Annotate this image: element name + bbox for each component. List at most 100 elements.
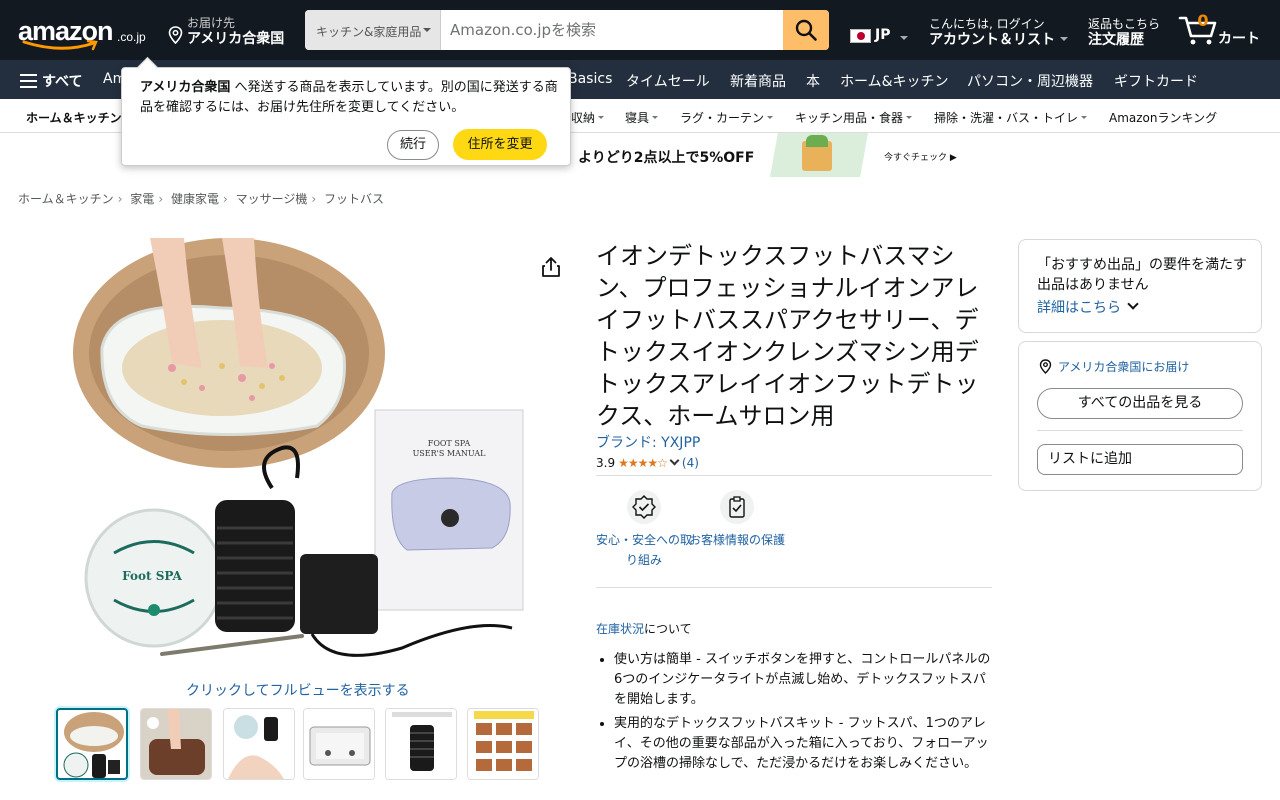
chevron-down-icon bbox=[900, 36, 908, 40]
all-menu-label: すべて bbox=[42, 74, 83, 90]
subnav-ranking[interactable]: Amazonランキング bbox=[1109, 109, 1217, 126]
thumbnail-image bbox=[304, 709, 374, 779]
stock-link[interactable]: 在庫状況 bbox=[596, 622, 644, 636]
continue-button[interactable]: 続行 bbox=[387, 130, 439, 160]
location-pin-icon bbox=[168, 26, 183, 44]
deliver-to[interactable]: お届け先 アメリカ合衆国 bbox=[168, 14, 294, 48]
search-category-select[interactable]: キッチン&家庭用品 bbox=[305, 10, 441, 50]
thumbnail-5[interactable] bbox=[385, 708, 457, 780]
promo-cta: 今すぐチェック ▶ bbox=[884, 153, 957, 163]
breadcrumb-item[interactable]: マッサージ機 bbox=[236, 192, 308, 206]
popover-message: アメリカ合衆国 へ発送する商品を表示しています。別の国に発送する商品を確認するに… bbox=[140, 78, 560, 118]
thumbnail-image bbox=[141, 709, 211, 779]
feature-bullets: 使い方は簡単 - スイッチボタンを押すと、コントロールパネルの6つのインジケータ… bbox=[614, 650, 994, 778]
no-featured-offer-box: 「おすすめ出品」の要件を満たす出品はありません 詳細はこちら bbox=[1018, 239, 1262, 333]
nav-item-books[interactable]: 本 bbox=[806, 71, 820, 91]
thumbnail-image bbox=[224, 709, 294, 779]
nav-item-giftcard[interactable]: ギフトカード bbox=[1114, 71, 1198, 91]
subnav-home-kitchen[interactable]: ホーム＆キッチン bbox=[26, 109, 122, 126]
chevron-right-icon: › bbox=[311, 192, 317, 206]
no-offer-text: 「おすすめ出品」の要件を満たす出品はありません bbox=[1037, 257, 1247, 293]
rating-value: 3.9 bbox=[596, 456, 616, 470]
subnav-label: 掃除・洗濯・バス・トイレ bbox=[934, 111, 1079, 125]
details-link[interactable]: 詳細はこちら bbox=[1037, 297, 1139, 317]
thumbnail-2[interactable] bbox=[140, 708, 212, 780]
logo-smile-icon bbox=[22, 40, 98, 51]
deliver-to-link[interactable]: アメリカ合衆国にお届け bbox=[1039, 358, 1189, 375]
trust-safety-link[interactable]: 安心・安全への取り組み bbox=[596, 490, 692, 570]
nav-item-pc[interactable]: パソコン・周辺機器 bbox=[967, 71, 1093, 91]
cart-button[interactable]: 0 カート bbox=[1178, 10, 1268, 50]
search-input[interactable] bbox=[441, 10, 783, 50]
manual-title: FOOT SPA bbox=[428, 439, 471, 448]
rating-row[interactable]: 3.9 ★★★★☆ (4) bbox=[596, 455, 699, 470]
search-category-label: キッチン&家庭用品 bbox=[316, 25, 422, 39]
manual-subtitle: USER'S MANUAL bbox=[413, 449, 487, 458]
nav-item-timesale[interactable]: タイムセール bbox=[626, 71, 710, 91]
amazon-logo[interactable]: amazon .co.jp bbox=[18, 10, 154, 51]
divider bbox=[596, 475, 992, 476]
change-address-button[interactable]: 住所を変更 bbox=[453, 129, 547, 160]
stock-text: について bbox=[644, 622, 692, 636]
breadcrumb-item[interactable]: 健康家電 bbox=[171, 192, 219, 206]
cart-label: カート bbox=[1218, 31, 1260, 47]
nav-item-basics[interactable]: Basics bbox=[568, 71, 612, 87]
promo-image bbox=[770, 133, 868, 177]
all-menu-button[interactable]: すべて bbox=[20, 71, 82, 91]
chevron-right-icon: › bbox=[158, 192, 164, 206]
breadcrumb-item[interactable]: フットバス bbox=[324, 192, 384, 206]
privacy-link[interactable]: お客様情報の保護 bbox=[689, 490, 785, 550]
search-bar: キッチン&家庭用品 bbox=[305, 10, 829, 50]
add-to-list-button[interactable]: リストに追加 bbox=[1037, 444, 1243, 475]
nav-item-home-kitchen[interactable]: ホーム&キッチン bbox=[840, 71, 949, 91]
breadcrumb: ホーム＆キッチン › 家電 › 健康家電 › マッサージ機 › フットバス bbox=[18, 190, 384, 207]
logo-suffix: .co.jp bbox=[117, 30, 146, 44]
thumbnail-image bbox=[63, 712, 124, 778]
divider bbox=[1037, 430, 1243, 431]
subnav-cleaning[interactable]: 掃除・洗濯・バス・トイレ bbox=[934, 109, 1088, 126]
orders-link[interactable]: 返品もこちら 注文履歴 bbox=[1088, 15, 1168, 49]
subnav-label: ラグ・カーテン bbox=[680, 111, 765, 125]
subnav-storage[interactable]: 収納 bbox=[571, 109, 605, 126]
chevron-down-icon bbox=[669, 455, 680, 466]
breadcrumb-item[interactable]: 家電 bbox=[130, 192, 154, 206]
chevron-down-icon bbox=[1127, 298, 1139, 310]
see-all-offers-button[interactable]: すべての出品を見る bbox=[1037, 388, 1243, 419]
deliver-country: アメリカ合衆国 bbox=[187, 31, 285, 47]
chevron-right-icon: › bbox=[117, 192, 123, 206]
japan-flag-icon bbox=[850, 29, 871, 43]
clipboard-check-icon bbox=[720, 490, 754, 524]
chevron-down-icon bbox=[423, 28, 431, 32]
trust-label: 安心・安全への取り組み bbox=[596, 533, 693, 567]
cart-count: 0 bbox=[1197, 11, 1209, 30]
privacy-label: お客様情報の保護 bbox=[689, 533, 786, 547]
chevron-right-icon: › bbox=[222, 192, 228, 206]
promo-text: よりどり2点以上で5%OFF bbox=[578, 150, 755, 166]
thumbnail-6[interactable] bbox=[467, 708, 539, 780]
thumbnail-3[interactable] bbox=[223, 708, 295, 780]
share-icon[interactable] bbox=[540, 256, 562, 278]
chevron-down-icon bbox=[598, 116, 605, 119]
shield-check-icon bbox=[627, 490, 661, 524]
subnav-label: 収納 bbox=[571, 111, 596, 125]
chevron-down-icon bbox=[906, 116, 913, 119]
chevron-down-icon bbox=[1060, 37, 1068, 41]
breadcrumb-item[interactable]: ホーム＆キッチン bbox=[18, 192, 114, 206]
nav-item-new[interactable]: 新着商品 bbox=[730, 71, 786, 91]
subnav-bedding[interactable]: 寝具 bbox=[625, 109, 659, 126]
language-code: JP bbox=[875, 27, 891, 43]
brand-link[interactable]: ブランド: YXJPP bbox=[596, 432, 700, 452]
thumbnail-1[interactable] bbox=[56, 708, 128, 780]
thumbnail-image bbox=[468, 709, 538, 779]
top-header: amazon .co.jp お届け先 アメリカ合衆国 キッチン&家庭用品 JP bbox=[0, 0, 1280, 60]
thumbnail-4[interactable] bbox=[303, 708, 375, 780]
account-menu[interactable]: こんにちは, ログイン アカウント＆リスト bbox=[929, 15, 1071, 49]
review-count[interactable]: (4) bbox=[682, 456, 699, 470]
subnav-kitchen[interactable]: キッチン用品・食器 bbox=[795, 109, 913, 126]
product-main-image[interactable]: FOOT SPA USER'S MANUAL Foot SPA bbox=[72, 238, 527, 668]
subnav-rugs[interactable]: ラグ・カーテン bbox=[680, 109, 774, 126]
chevron-down-icon bbox=[1081, 116, 1088, 119]
search-button[interactable] bbox=[783, 10, 829, 50]
full-view-link[interactable]: クリックしてフルビューを表示する bbox=[186, 680, 410, 700]
chevron-down-icon bbox=[652, 116, 659, 119]
